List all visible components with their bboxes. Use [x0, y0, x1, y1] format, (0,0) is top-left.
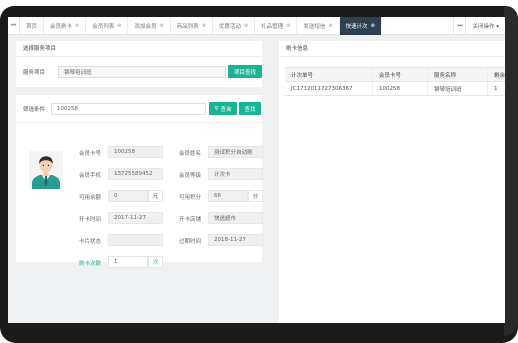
tab-label: 优惠活动	[218, 23, 241, 30]
tab-close-icon[interactable]: ⊗	[244, 23, 248, 29]
service-panel-title: 选择服务项目	[16, 41, 262, 57]
tab-promotions[interactable]: 优惠活动 ⊗	[213, 17, 256, 35]
tab-label: 商品列表	[176, 23, 199, 30]
find-service-button[interactable]: 项目查找	[228, 65, 262, 78]
tab-member-swipe[interactable]: 会员刷卡 ⊗	[44, 17, 87, 35]
card-no-value: 100258	[108, 146, 163, 158]
table-cell: JC1712011727306367	[285, 82, 373, 95]
points-unit: 分	[248, 190, 263, 202]
tab-bar: ⏮ 首页 会员刷卡 ⊗ 会员列表 ⊗ 添加会员 ⊗ 商品列表 ⊗ 优惠活动 ⊗ 礼品管理 ⊗…	[8, 17, 505, 35]
points-value: 66	[208, 190, 248, 202]
tab-home[interactable]: 首页	[20, 17, 45, 35]
tab-label: 快速计次	[345, 23, 368, 30]
card-status-label: 卡片状态	[79, 239, 102, 245]
member-panel: 筛选条件 100258 ⚲ 查询 查找 会员卡号 100258 会员手机 1372…	[16, 95, 263, 268]
query-button[interactable]: ⚲ 查询	[209, 102, 237, 115]
swipe-info-title: 刷卡信息	[279, 41, 505, 57]
tab-close-icon[interactable]: ⊗	[286, 23, 290, 29]
tab-quick-count[interactable]: 快速计次 ⊗	[339, 17, 382, 35]
level-label: 会员等级	[179, 173, 202, 179]
filter-input[interactable]: 100258	[51, 102, 206, 115]
balance-label: 可用余额	[79, 195, 102, 201]
table-cell: 1	[494, 85, 498, 92]
count-unit: 次	[148, 256, 163, 268]
tab-label: 添加会员	[134, 23, 157, 30]
tab-close-icon[interactable]: ⊗	[371, 23, 375, 29]
open-store-value: 快送超市	[208, 212, 263, 224]
open-time-value: 2017-11-27	[108, 212, 163, 224]
service-input[interactable]: 钢琴培训班	[58, 65, 226, 78]
name-label: 会员姓名	[179, 151, 202, 157]
column-header: 计次单号	[285, 68, 373, 81]
phone-value: 13725589452	[108, 168, 163, 180]
tab-scroll-left-icon[interactable]: ⏮	[8, 17, 20, 35]
tab-gift-management[interactable]: 礼品管理 ⊗	[255, 17, 298, 35]
tab-label: 首页	[26, 23, 38, 30]
table-cell: 钢琴培训班	[428, 82, 488, 95]
open-time-label: 开卡时间	[79, 217, 102, 223]
tab-label: 发送短信	[303, 23, 326, 30]
swipe-info-panel: 刷卡信息 计次单号 会员卡号 服务名称 剩余 JC171201172730636…	[279, 41, 505, 323]
count-label: 刷卡次数	[79, 261, 102, 267]
tab-close-icon[interactable]: ⊗	[75, 23, 79, 29]
card-status-value	[108, 234, 163, 246]
open-store-label: 开卡店铺	[179, 217, 202, 223]
column-header: 剩余	[488, 68, 505, 81]
table-row[interactable]: JC1712011727306367 100258 钢琴培训班 1	[285, 82, 505, 96]
tab-label: 会员列表	[92, 23, 115, 30]
column-header: 服务名称	[428, 68, 488, 81]
phone-label: 会员手机	[79, 173, 102, 179]
service-label: 服务项目	[23, 69, 46, 76]
tab-label: 礼品管理	[261, 23, 284, 30]
tab-close-icon[interactable]: ⊗	[117, 23, 121, 29]
expire-label: 过期时间	[179, 239, 202, 245]
tab-product-list[interactable]: 商品列表 ⊗	[171, 17, 213, 35]
query-button-label: 查询	[220, 106, 232, 113]
tab-close-icon[interactable]: ⊗	[159, 23, 163, 29]
card-no-label: 会员卡号	[79, 151, 102, 157]
service-row: 服务项目 钢琴培训班 项目查找	[23, 65, 262, 78]
balance-unit: 元	[148, 190, 163, 202]
expire-value: 2018-11-27	[208, 234, 263, 246]
avatar-icon	[29, 151, 63, 189]
tab-send-sms[interactable]: 发送短信 ⊗	[297, 17, 340, 35]
search-icon: ⚲	[214, 105, 219, 112]
find-member-button[interactable]: 查找	[239, 102, 261, 115]
swipe-table: 计次单号 会员卡号 服务名称 剩余 JC1712011727306367 100…	[285, 67, 505, 96]
laptop-bezel-edge	[504, 6, 518, 336]
tab-close-icon[interactable]: ⊗	[328, 23, 332, 29]
points-label: 可用积分	[179, 195, 202, 201]
tab-label: 会员刷卡	[50, 23, 73, 30]
tab-member-list[interactable]: 会员列表 ⊗	[86, 17, 129, 35]
app-screen: ⏮ 首页 会员刷卡 ⊗ 会员列表 ⊗ 添加会员 ⊗ 商品列表 ⊗ 优惠活动 ⊗ 礼品管理 ⊗…	[8, 17, 505, 323]
table-header-row: 计次单号 会员卡号 服务名称 剩余	[285, 68, 505, 82]
close-operations-dropdown[interactable]: 关闭操作 ▾	[465, 17, 505, 35]
filter-label: 筛选条件	[23, 106, 46, 113]
level-value: 计次卡	[208, 168, 263, 180]
filter-row: 筛选条件 100258 ⚲ 查询 查找	[23, 102, 261, 115]
table-cell: 100258	[373, 82, 428, 95]
column-header: 会员卡号	[373, 68, 428, 81]
tab-scroll-right-icon[interactable]: ⏭	[453, 17, 465, 35]
name-value: 测试积分自动刷	[208, 146, 263, 158]
divider	[16, 122, 262, 123]
tab-close-icon[interactable]: ⊗	[202, 23, 206, 29]
balance-value: 0	[108, 190, 148, 202]
count-input[interactable]: 1	[108, 256, 148, 268]
tab-add-member[interactable]: 添加会员 ⊗	[128, 17, 171, 35]
service-panel: 选择服务项目 服务项目 钢琴培训班 项目查找	[16, 41, 262, 87]
